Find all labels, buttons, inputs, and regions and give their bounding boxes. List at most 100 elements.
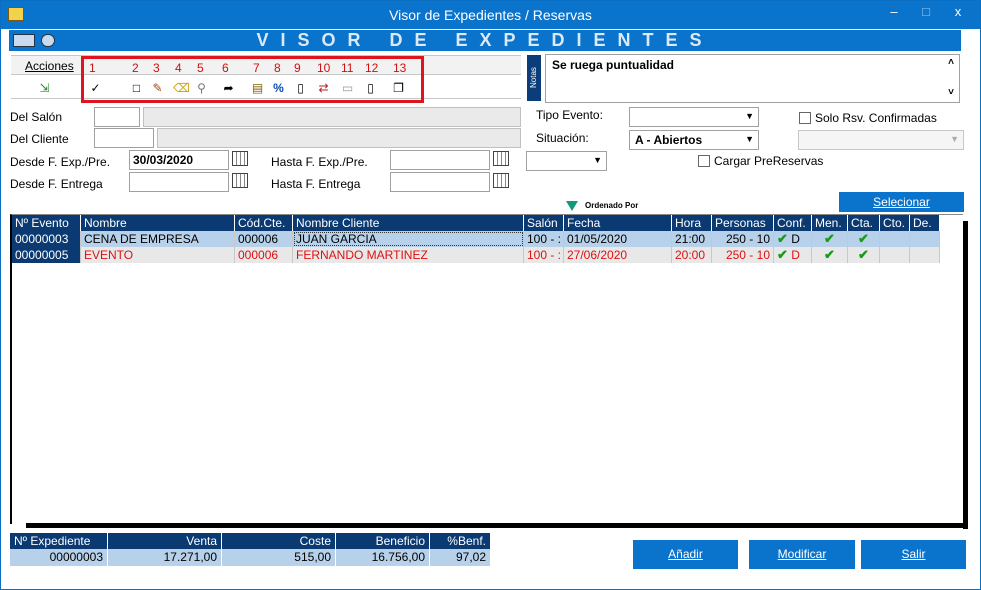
anadir-button[interactable]: Añadir <box>633 540 738 569</box>
selecionar-button[interactable]: Selecionar <box>839 192 964 212</box>
cell-evento: 00000005 <box>12 247 81 263</box>
exit-door-icon[interactable]: ⇲ <box>37 81 52 96</box>
solo-rsv-label: Solo Rsv. Confirmadas <box>815 111 937 125</box>
notes-label: Notas <box>527 55 541 101</box>
cell-conf: ✔ D <box>774 247 812 263</box>
salir-label: Salir <box>901 547 926 561</box>
cell-personas: 250 - 10 <box>712 231 774 247</box>
hasta-ent-input[interactable] <box>390 172 490 192</box>
summary-value: 515,00 <box>222 549 336 566</box>
calendar-icon[interactable] <box>493 151 509 166</box>
date-type-select[interactable]: ▼ <box>526 151 607 171</box>
check-icon: ✔ <box>824 247 835 262</box>
summary-header: Nº Expediente <box>10 533 108 549</box>
salon-label: Del Salón <box>10 110 63 124</box>
sort-arrow-icon <box>566 201 578 211</box>
salir-button[interactable]: Salir <box>861 540 966 569</box>
cell-de <box>910 247 940 263</box>
notes-box[interactable]: Se ruega puntualidad ˄ ˅ <box>545 54 960 103</box>
chevron-down-icon: ▼ <box>950 134 959 144</box>
desde-exp-label: Desde F. Exp./Pre. <box>10 155 111 169</box>
cell-men: ✔ <box>812 231 848 247</box>
close-button[interactable]: x <box>947 3 969 21</box>
cell-hora: 20:00 <box>672 247 712 263</box>
chevron-down-icon: ▼ <box>593 155 602 165</box>
col-header[interactable]: Salón <box>524 215 564 231</box>
col-header[interactable]: Men. <box>812 215 848 231</box>
desde-ent-label: Desde F. Entrega <box>10 177 103 191</box>
desde-ent-input[interactable] <box>129 172 229 192</box>
cargar-pre-label: Cargar PreReservas <box>714 154 824 168</box>
col-header[interactable]: Nº Evento <box>12 215 81 231</box>
desde-exp-input[interactable]: 30/03/2020 <box>129 150 229 170</box>
col-header[interactable]: Cto. <box>880 215 910 231</box>
app-window: Visor de Expedientes / Reservas – □ x VI… <box>0 0 981 590</box>
scroll-up-icon[interactable]: ˄ <box>943 57 959 68</box>
conf-d: D <box>791 248 800 262</box>
cell-nombre: CENA DE EMPRESA <box>81 231 235 247</box>
cargar-pre-checkbox[interactable] <box>698 155 710 167</box>
scroll-down-icon[interactable]: ˅ <box>943 87 959 98</box>
summary-value: 97,02 <box>430 549 491 566</box>
modificar-button[interactable]: Modificar <box>749 540 855 569</box>
calendar-icon[interactable] <box>232 151 248 166</box>
col-header[interactable]: Hora <box>672 215 712 231</box>
situacion-label: Situación: <box>536 131 589 145</box>
cell-de <box>910 231 940 247</box>
tipo-evento-select[interactable]: ▼ <box>629 107 759 127</box>
check-icon: ✔ <box>824 231 835 246</box>
notes-text: Se ruega puntualidad <box>552 58 675 72</box>
col-header[interactable]: Nombre Cliente <box>293 215 524 231</box>
minimize-button[interactable]: – <box>883 3 905 21</box>
cell-personas: 250 - 10 <box>712 247 774 263</box>
check-icon: ✔ <box>858 231 869 246</box>
situacion-select[interactable]: A - Abiertos ▼ <box>629 130 759 150</box>
summary-value: 16.756,00 <box>336 549 430 566</box>
col-header[interactable]: Fecha <box>564 215 672 231</box>
cell-cliente: FERNANDO MARTINEZ <box>293 247 524 263</box>
check-icon: ✔ <box>777 231 788 246</box>
salon-code-input[interactable] <box>94 107 140 127</box>
actions-menu[interactable]: Acciones <box>25 59 74 73</box>
maximize-button[interactable]: □ <box>915 3 937 21</box>
conf-d: D <box>791 232 800 246</box>
solo-rsv-checkbox[interactable] <box>799 112 811 124</box>
summary-table: Nº Expediente Venta Coste Beneficio %Ben… <box>10 533 491 566</box>
cell-conf: ✔ D <box>774 231 812 247</box>
events-table: Nº Evento Nombre Cód.Cte. Nombre Cliente… <box>10 214 968 529</box>
table-shadow <box>26 523 968 528</box>
cell-salon: 100 - : <box>524 247 564 263</box>
cell-cta: ✔ <box>848 247 880 263</box>
cell-evento: 00000003 <box>12 231 81 247</box>
cell-cto <box>880 247 910 263</box>
cliente-code-input[interactable] <box>94 128 154 148</box>
col-header[interactable]: De. <box>910 215 940 231</box>
hasta-exp-label: Hasta F. Exp./Pre. <box>271 155 368 169</box>
summary-header: Venta <box>108 533 222 549</box>
cell-cliente: JUAN GARCIA <box>293 231 524 247</box>
summary-header: %Benf. <box>430 533 491 549</box>
calendar-icon[interactable] <box>493 173 509 188</box>
window-title: Visor de Expedientes / Reservas <box>389 7 592 23</box>
hasta-exp-input[interactable] <box>390 150 490 170</box>
summary-header: Beneficio <box>336 533 430 549</box>
hasta-ent-label: Hasta F. Entrega <box>271 177 361 191</box>
calendar-icon[interactable] <box>232 173 248 188</box>
situacion-value: A - Abiertos <box>635 133 703 147</box>
summary-value: 17.271,00 <box>108 549 222 566</box>
secondary-select[interactable]: ▼ <box>798 130 964 150</box>
check-icon: ✔ <box>777 247 788 262</box>
cell-nombre: EVENTO <box>81 247 235 263</box>
col-header[interactable]: Personas <box>712 215 774 231</box>
cell-cto <box>880 231 910 247</box>
col-header[interactable]: Nombre <box>81 215 235 231</box>
summary-value: 00000003 <box>10 549 108 566</box>
col-header[interactable]: Cód.Cte. <box>235 215 293 231</box>
notes-scrollbar[interactable]: ˄ ˅ <box>943 55 959 102</box>
col-header[interactable]: Cta. <box>848 215 880 231</box>
cell-cod: 000006 <box>235 231 293 247</box>
banner: VISOR DE EXPEDIENTES <box>9 30 961 51</box>
cell-cta: ✔ <box>848 231 880 247</box>
col-header[interactable]: Conf. <box>774 215 812 231</box>
toolbar-highlight <box>81 56 424 103</box>
